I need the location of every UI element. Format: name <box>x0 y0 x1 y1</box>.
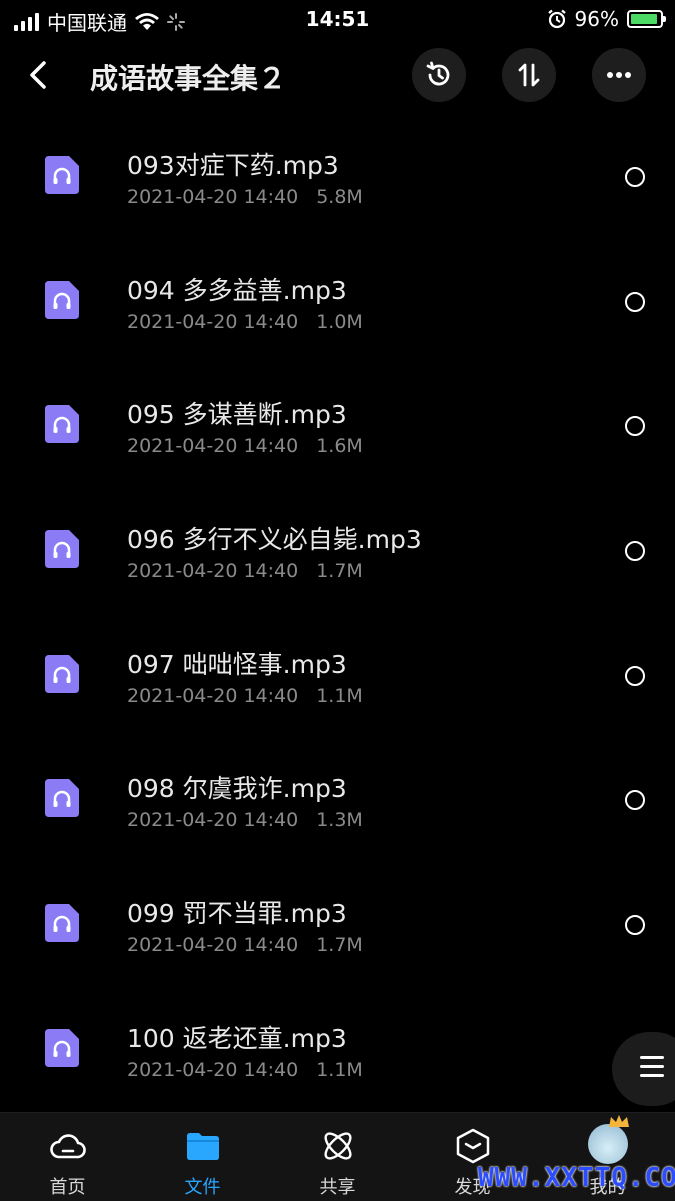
tab-label: 首页 <box>49 1177 86 1198</box>
status-bar: 中国联通 14:51 96% <box>0 0 675 38</box>
file-name: 098 尔虞我诈.mp3 <box>127 774 347 804</box>
file-size: 1.3M <box>316 809 363 832</box>
audio-file-icon <box>45 779 79 818</box>
tab-files[interactable]: 文件 <box>135 1113 270 1201</box>
select-radio[interactable] <box>625 167 645 187</box>
sort-icon <box>518 63 540 87</box>
audio-file-icon <box>45 530 79 569</box>
file-name: 094 多多益善.mp3 <box>127 275 347 305</box>
file-size: 5.8M <box>316 186 363 208</box>
select-radio[interactable] <box>625 665 645 686</box>
file-row[interactable]: 096 多行不义必自毙.mp3 2021-04-20 14:40 1.7M <box>0 486 675 611</box>
status-right: 96% <box>547 7 666 31</box>
file-row[interactable]: 094 多多益善.mp3 2021-04-20 14:40 1.0M <box>0 237 675 362</box>
file-date: 2021-04-20 14:40 <box>127 934 299 957</box>
file-meta: 2021-04-20 14:40 5.8M <box>127 186 363 208</box>
file-size: 1.0M <box>316 310 363 333</box>
select-radio[interactable] <box>625 291 645 312</box>
audio-file-icon <box>45 904 79 943</box>
file-meta: 2021-04-20 14:40 1.7M <box>127 560 363 582</box>
file-row[interactable]: 097 咄咄怪事.mp3 2021-04-20 14:40 1.1M <box>0 611 675 736</box>
file-meta: 2021-04-20 14:40 1.1M <box>127 1059 363 1081</box>
file-name: 095 多谋善断.mp3 <box>127 400 347 430</box>
watermark: WWW.XXTTQ.COM <box>478 1163 675 1193</box>
file-name: 093对症下药.mp3 <box>127 151 339 180</box>
history-icon <box>426 61 450 86</box>
file-row[interactable]: 099 罚不当罪.mp3 2021-04-20 14:40 1.7M <box>0 860 675 985</box>
file-row[interactable]: 100 返老还童.mp3 2021-04-20 14:40 1.1M <box>0 985 675 1110</box>
file-meta: 2021-04-20 14:40 1.1M <box>127 685 363 707</box>
audio-file-icon <box>45 280 79 319</box>
battery-icon <box>627 10 666 28</box>
audio-file-icon <box>45 654 79 693</box>
file-meta: 2021-04-20 14:40 1.0M <box>127 311 363 333</box>
file-date: 2021-04-20 14:40 <box>127 684 299 707</box>
file-size: 1.7M <box>316 934 363 957</box>
crown-icon <box>609 1115 629 1127</box>
file-date: 2021-04-20 14:40 <box>127 186 299 208</box>
file-date: 2021-04-20 14:40 <box>127 560 299 583</box>
page-title: 成语故事全集２ <box>90 62 287 95</box>
file-date: 2021-04-20 14:40 <box>127 435 299 458</box>
tab-share[interactable]: 共享 <box>270 1113 405 1201</box>
back-button[interactable] <box>22 55 62 95</box>
file-meta: 2021-04-20 14:40 1.7M <box>127 934 363 956</box>
select-radio[interactable] <box>625 790 645 811</box>
more-icon <box>607 72 631 78</box>
tab-home[interactable]: 首页 <box>0 1113 135 1201</box>
more-button[interactable] <box>592 48 646 102</box>
audio-file-icon <box>45 156 79 194</box>
file-date: 2021-04-20 14:40 <box>127 809 299 832</box>
alarm-icon <box>547 9 566 29</box>
file-date: 2021-04-20 14:40 <box>127 310 299 333</box>
file-size: 1.6M <box>316 435 363 458</box>
file-name: 100 返老还童.mp3 <box>127 1023 347 1053</box>
file-row[interactable]: 098 尔虞我诈.mp3 2021-04-20 14:40 1.3M <box>0 735 675 860</box>
menu-icon <box>640 1056 664 1083</box>
select-radio[interactable] <box>625 915 645 936</box>
tab-label: 共享 <box>319 1177 356 1198</box>
sort-button[interactable] <box>502 48 556 102</box>
file-size: 1.7M <box>316 560 363 583</box>
file-size: 1.1M <box>316 1058 363 1081</box>
file-list: 093对症下药.mp3 2021-04-20 14:40 5.8M 094 多多益… <box>0 112 675 1110</box>
file-name: 096 多行不义必自毙.mp3 <box>127 525 422 555</box>
file-row[interactable]: 095 多谋善断.mp3 2021-04-20 14:40 1.6M <box>0 361 675 486</box>
header: 成语故事全集２ <box>0 45 675 107</box>
history-button[interactable] <box>412 48 466 102</box>
file-meta: 2021-04-20 14:40 1.3M <box>127 809 363 831</box>
file-name: 099 罚不当罪.mp3 <box>127 899 347 929</box>
audio-file-icon <box>45 405 79 444</box>
back-icon <box>30 61 46 89</box>
file-meta: 2021-04-20 14:40 1.6M <box>127 435 363 457</box>
folder-icon <box>187 1133 219 1160</box>
file-date: 2021-04-20 14:40 <box>127 1058 299 1081</box>
select-radio[interactable] <box>625 541 645 562</box>
audio-file-icon <box>45 1028 79 1067</box>
file-row[interactable]: 093对症下药.mp3 2021-04-20 14:40 5.8M <box>0 112 675 237</box>
battery-percent: 96% <box>574 7 619 31</box>
discover-icon <box>456 1128 490 1164</box>
share-icon <box>324 1132 352 1160</box>
file-size: 1.1M <box>316 684 363 707</box>
avatar[interactable] <box>588 1124 628 1164</box>
select-radio[interactable] <box>625 416 645 437</box>
tab-label: 文件 <box>184 1177 221 1198</box>
file-name: 097 咄咄怪事.mp3 <box>127 649 347 679</box>
cloud-icon <box>50 1134 86 1159</box>
